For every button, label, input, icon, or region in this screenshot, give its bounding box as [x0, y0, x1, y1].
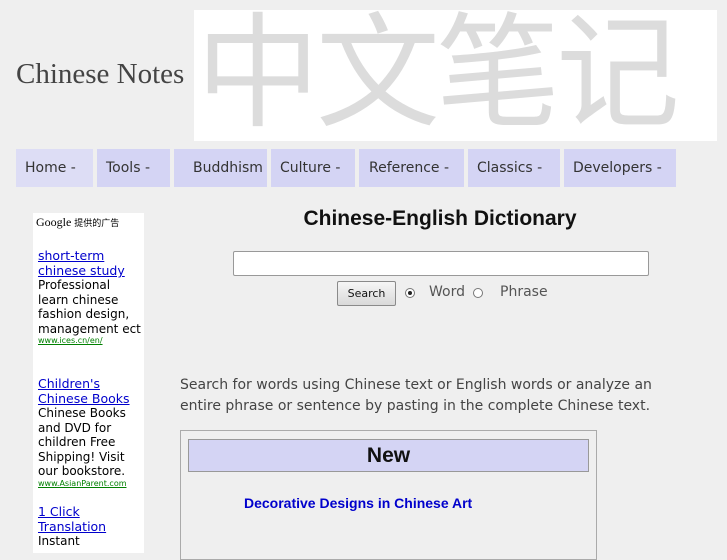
nav-item-developers[interactable]: Developers - [564, 149, 676, 187]
page-title: Chinese-English Dictionary [303, 207, 577, 230]
nav-item-classics[interactable]: Classics - [468, 149, 560, 187]
ad-header-text: 提供的广告 [74, 219, 120, 229]
search-input[interactable] [233, 251, 649, 276]
ad-header[interactable]: Google 提供的广告 [36, 215, 119, 230]
ad-title-link[interactable]: Children's Chinese Books [38, 376, 141, 406]
news-link[interactable]: Decorative Designs in Chinese Art [189, 493, 489, 514]
banner: 中文笔记 [194, 10, 717, 141]
nav-item-reference[interactable]: Reference - [359, 149, 464, 187]
ad-description: Chinese Books and DVD for children Free … [38, 406, 126, 478]
search-button[interactable]: Search [337, 281, 396, 306]
ad-description: Professional learn chinese fashion desig… [38, 278, 141, 336]
ad-item: short-term chinese study Professional le… [38, 248, 141, 346]
phrase-radio[interactable] [473, 288, 483, 298]
ad-item: Children's Chinese Books Chinese Books a… [38, 376, 141, 489]
ad-item: 1 Click Translation Instant [38, 504, 141, 549]
ad-sidebar: Google 提供的广告 short-term chinese study Pr… [33, 213, 144, 553]
nav-item-buddhism[interactable]: Buddhism [174, 149, 267, 187]
ad-url-link[interactable]: www.AsianParent.com [38, 479, 141, 489]
ad-url-link[interactable]: www.ices.cn/en/ [38, 336, 141, 346]
word-radio-label[interactable]: Word [429, 284, 465, 300]
banner-chinese-text: 中文笔记 [196, 10, 680, 141]
main-nav: Home - Tools - Buddhism Culture - Refere… [0, 149, 727, 187]
nav-item-home[interactable]: Home - [16, 149, 93, 187]
nav-item-culture[interactable]: Culture - [271, 149, 355, 187]
nav-item-tools[interactable]: Tools - [97, 149, 170, 187]
ad-description: Instant [38, 534, 80, 548]
ad-title-link[interactable]: 1 Click Translation [38, 504, 141, 534]
google-brand: Google [36, 215, 72, 229]
site-title[interactable]: Chinese Notes [16, 58, 184, 91]
news-box: New Decorative Designs in Chinese Art [180, 430, 597, 560]
intro-text: Search for words using Chinese text or E… [180, 377, 652, 414]
news-header: New [188, 439, 589, 472]
phrase-radio-label[interactable]: Phrase [500, 284, 548, 300]
ad-title-link[interactable]: short-term chinese study [38, 248, 141, 278]
word-radio[interactable] [405, 288, 415, 298]
